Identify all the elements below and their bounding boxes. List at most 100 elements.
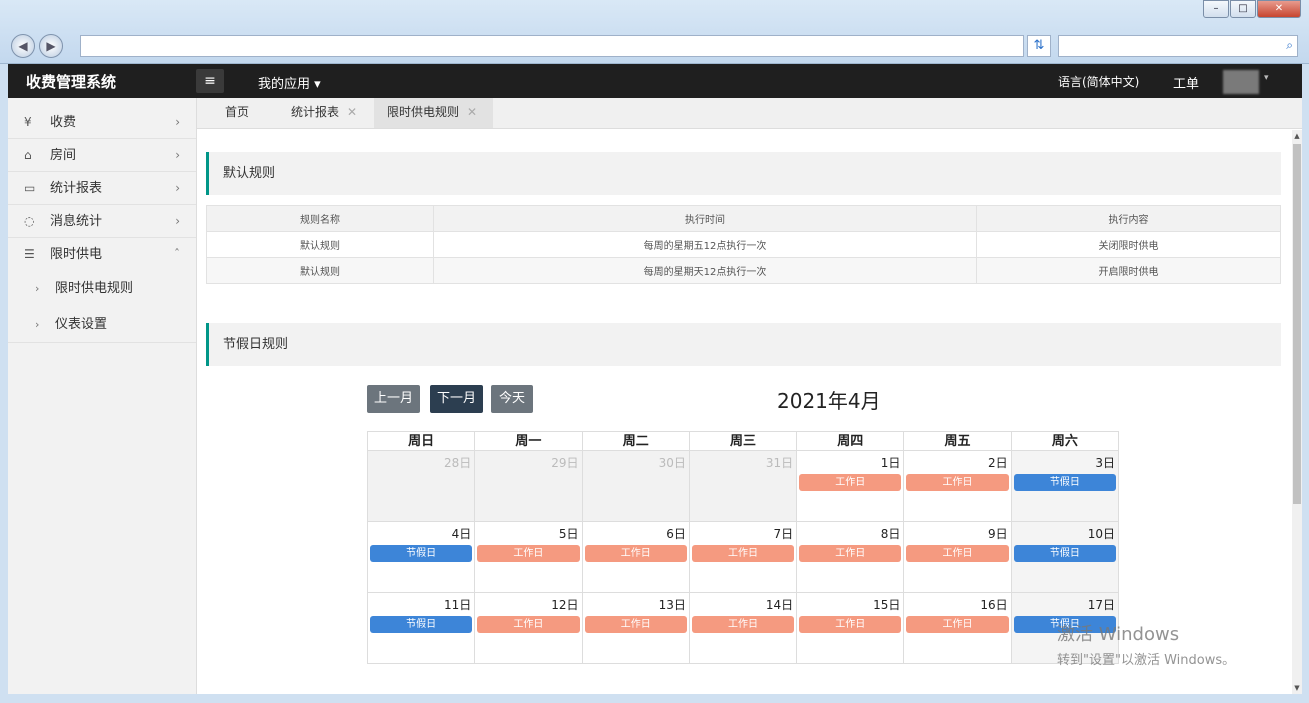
weekday-label: 周一 — [475, 432, 583, 451]
calendar-day-cell[interactable]: 1日工作日 — [797, 451, 905, 522]
tab-home[interactable]: 首页 — [225, 98, 249, 128]
weekday-label: 周二 — [582, 432, 690, 451]
chevron-right-icon: › — [175, 115, 180, 129]
scroll-down-icon[interactable]: ▼ — [1292, 684, 1302, 692]
workday-event[interactable]: 工作日 — [906, 616, 1009, 633]
address-bar[interactable] — [80, 35, 1024, 57]
language-selector[interactable]: 语言(简体中文) — [1058, 73, 1139, 90]
holiday-event[interactable]: 节假日 — [370, 545, 473, 562]
holiday-event[interactable]: 节假日 — [370, 616, 473, 633]
vertical-scrollbar[interactable]: ▲ ▼ — [1292, 130, 1302, 694]
sidebar-item-charge[interactable]: ¥ 收费 › — [8, 106, 196, 139]
weekday-label: 周四 — [797, 432, 905, 451]
calendar-day-cell[interactable]: 30日 — [582, 451, 690, 522]
calendar-day-cell[interactable]: 29日 — [475, 451, 583, 522]
home-icon: ⌂ — [24, 148, 32, 162]
calendar-day-cell[interactable]: 12日 工作日 — [475, 593, 583, 664]
holiday-event[interactable]: 节假日 — [1013, 474, 1116, 491]
chat-icon: ◌ — [24, 214, 35, 228]
sidebar-item-room[interactable]: ⌂ 房间 › — [8, 139, 196, 172]
calendar-day-cell[interactable]: 3日 节假日 — [1011, 451, 1119, 522]
day-number: 17日 — [1087, 598, 1115, 612]
calendar-day-cell[interactable]: 10日节假日 — [1011, 522, 1119, 593]
close-button[interactable]: ✕ — [1257, 0, 1301, 18]
my-apps-menu[interactable]: 我的应用 ▾ — [258, 73, 321, 92]
weekday-label: 周五 — [904, 432, 1012, 451]
sidebar-subitem-label: 仪表设置 — [55, 317, 108, 332]
calendar-day-cell[interactable]: 14日 工作日 — [689, 593, 798, 664]
caret-down-icon[interactable]: ▾ — [1264, 73, 1269, 83]
day-number: 1日 — [880, 456, 901, 470]
calendar-day-cell[interactable]: 4日 节假日 — [368, 522, 476, 593]
workday-event[interactable]: 工作日 — [799, 545, 902, 562]
sidebar-item-timed-power[interactable]: ☰ 限时供电 ˆ — [8, 238, 196, 271]
tab-timed-power-rules[interactable]: 限时供电规则 ✕ — [374, 98, 493, 128]
workday-event[interactable]: 工作日 — [906, 545, 1009, 562]
weekday-label: 周三 — [689, 432, 798, 451]
sidebar-item-messages[interactable]: ◌ 消息统计 › — [8, 205, 196, 238]
calendar-day-cell[interactable]: 6日工作日 — [582, 522, 690, 593]
day-number: 10日 — [1087, 527, 1115, 541]
back-button[interactable]: ◀ — [11, 34, 35, 58]
workday-event[interactable]: 工作日 — [477, 616, 580, 633]
close-icon[interactable]: ✕ — [467, 105, 477, 119]
table-cell: 每周的星期五12点执行一次 — [433, 231, 977, 258]
tab-reports[interactable]: 统计报表 ✕ — [291, 98, 357, 128]
day-number: 13日 — [658, 598, 686, 612]
calendar-day-cell[interactable]: 13日工作日 — [582, 593, 690, 664]
calendar-day-cell[interactable]: 31日 — [689, 451, 798, 522]
forward-button[interactable]: ▶ — [39, 34, 63, 58]
work-order-link[interactable]: 工单 — [1173, 73, 1199, 92]
today-button[interactable]: 今天 — [491, 385, 533, 413]
calendar-day-cell[interactable]: 28日 — [368, 451, 476, 522]
close-icon[interactable]: ✕ — [347, 105, 357, 119]
workday-event[interactable]: 工作日 — [477, 545, 580, 562]
workday-event[interactable]: 工作日 — [584, 616, 687, 633]
calendar-day-cell[interactable]: 2日 工作日 — [904, 451, 1012, 522]
watermark-line: 转到"设置"以激活 Windows。 — [1057, 653, 1236, 668]
day-number: 7日 — [773, 527, 794, 541]
calendar-day-cell[interactable]: 5日工作日 — [475, 522, 583, 593]
workday-event[interactable]: 工作日 — [799, 616, 902, 633]
calendar-day-cell[interactable]: 16日工作日 — [904, 593, 1012, 664]
workday-event[interactable]: 工作日 — [691, 545, 795, 562]
holiday-event[interactable]: 节假日 — [1013, 545, 1116, 562]
day-number: 30日 — [658, 456, 686, 470]
calendar-day-cell[interactable]: 7日工作日 — [689, 522, 798, 593]
sidebar-item-label: 收费 — [50, 115, 77, 130]
day-number: 9日 — [988, 527, 1008, 541]
chevron-right-icon: › — [35, 282, 40, 295]
calendar-body: 28日 29日 30日 31日 1日 工作日 2日 工作日 3日 节假日 4日 节假日 5日 工作日 6日工… — [367, 451, 1119, 664]
windows-activation-watermark: 激活 Windows 转到"设置"以激活 Windows。 — [1057, 620, 1235, 668]
sidebar-item-reports[interactable]: ▭ 统计报表 › — [8, 172, 196, 205]
calendar-day-cell[interactable]: 15日 工作日 — [797, 593, 905, 664]
workday-event[interactable]: 工作日 — [584, 545, 687, 562]
calendar-day-cell[interactable]: 8日 工作日 — [797, 522, 905, 593]
workday-event[interactable]: 工作日 — [799, 474, 902, 491]
workday-event[interactable]: 工作日 — [906, 474, 1009, 491]
window-controls: – □ ✕ — [1202, 0, 1301, 18]
minimize-button[interactable]: – — [1203, 0, 1229, 18]
default-rules-header: 默认规则 — [206, 152, 1281, 195]
app-title: 收费管理系统 — [26, 73, 117, 91]
sidebar-subitem-meter-settings[interactable]: › 仪表设置 — [8, 307, 196, 343]
caret-down-icon: ▾ — [314, 77, 321, 92]
calendar-day-cell[interactable]: 9日工作日 — [904, 522, 1012, 593]
scroll-up-icon[interactable]: ▲ — [1292, 132, 1302, 140]
calendar-day-cell[interactable]: 11日 节假日 — [368, 593, 476, 664]
maximize-button[interactable]: □ — [1230, 0, 1256, 18]
refresh-button[interactable]: ⇅ — [1027, 35, 1051, 57]
next-month-button[interactable]: 下一月 — [430, 385, 483, 413]
weekday-label: 周六 — [1011, 432, 1119, 451]
workday-event[interactable]: 工作日 — [691, 616, 795, 633]
sidebar-subitem-label: 限时供电规则 — [55, 281, 134, 296]
prev-month-button[interactable]: 上一月 — [367, 385, 420, 413]
scrollbar-thumb[interactable] — [1293, 144, 1301, 504]
menu-toggle-button[interactable]: ≡ — [196, 69, 224, 93]
day-number: 6日 — [666, 527, 686, 541]
browser-search-input[interactable]: ⌕ — [1058, 35, 1298, 57]
day-number: 16日 — [980, 598, 1008, 612]
sidebar-subitem-timed-power-rules[interactable]: › 限时供电规则 — [8, 271, 196, 307]
avatar[interactable] — [1223, 70, 1259, 94]
day-number: 5日 — [558, 527, 579, 541]
